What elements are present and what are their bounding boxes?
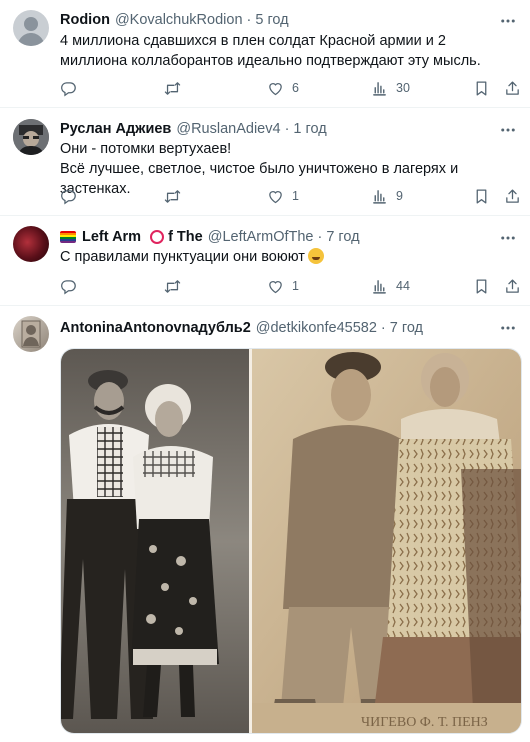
tweet[interactable]: Left Arm f The @LeftArmOfThe · 7 год С п…	[0, 216, 530, 306]
author-handle[interactable]: @KovalchukRodion	[115, 12, 243, 28]
reply-icon	[60, 188, 77, 205]
photo-caption: ЧИГЕВО Ф. Т. ПЕНЗ	[361, 715, 488, 730]
views-count: 9	[396, 189, 403, 203]
like-button[interactable]: 1	[267, 186, 299, 206]
views-count: 30	[396, 81, 410, 95]
tweet[interactable]: Rodion @KovalchukRodion · 5 год 4 миллио…	[0, 0, 530, 108]
more-icon[interactable]	[498, 120, 518, 140]
tweet[interactable]: Руслан Аджиев @RuslanAdiev4 · 1 год Они …	[0, 108, 530, 216]
share-icon	[504, 80, 521, 97]
separator-dot: ·	[284, 121, 290, 137]
avatar[interactable]	[13, 10, 49, 46]
tweet-text: С правилами пунктуации они воюют	[60, 247, 512, 267]
reply-icon	[60, 278, 77, 295]
separator-dot: ·	[246, 12, 252, 28]
author-handle[interactable]: @RuslanAdiev4	[176, 121, 280, 137]
views-button[interactable]: 9	[371, 186, 403, 206]
rainbow-flag-icon	[60, 231, 76, 243]
retweet-icon	[164, 188, 181, 205]
tweet-text-line: Они - потомки вертухаев!	[60, 141, 232, 157]
laughing-emoji-icon	[307, 248, 324, 264]
timestamp[interactable]: 1 год	[293, 121, 326, 137]
tweet-photo[interactable]: ЧИГЕВО Ф. Т. ПЕНЗ	[60, 348, 522, 734]
views-icon	[371, 278, 388, 295]
tweet-text-content: С правилами пунктуации они воюют	[60, 249, 305, 265]
share-icon	[504, 188, 521, 205]
reply-button[interactable]	[60, 276, 77, 296]
author-name[interactable]: AntoninaAntonovnaдубль2	[60, 320, 251, 336]
timestamp[interactable]: 7 год	[326, 229, 359, 245]
like-icon	[267, 80, 284, 97]
timestamp[interactable]: 5 год	[255, 12, 288, 28]
views-button[interactable]: 44	[371, 276, 410, 296]
red-circle-icon	[150, 230, 165, 244]
more-icon[interactable]	[498, 11, 518, 31]
reply-button[interactable]	[60, 186, 77, 206]
bookmark-icon	[473, 188, 490, 205]
share-button[interactable]	[504, 78, 521, 98]
more-icon[interactable]	[498, 318, 518, 338]
author-name-suffix[interactable]: f The	[168, 229, 203, 245]
reply-button[interactable]	[60, 78, 77, 98]
avatar[interactable]	[13, 119, 49, 155]
share-button[interactable]	[504, 186, 521, 206]
views-icon	[371, 188, 388, 205]
bookmark-icon	[473, 80, 490, 97]
retweet-button[interactable]	[164, 186, 181, 206]
tweet-text: 4 миллиона сдавшихся в плен солдат Красн…	[60, 33, 481, 69]
like-button[interactable]: 6	[267, 78, 299, 98]
retweet-button[interactable]	[164, 78, 181, 98]
like-icon	[267, 278, 284, 295]
reply-icon	[60, 80, 77, 97]
views-icon	[371, 80, 388, 97]
separator-dot: ·	[380, 320, 386, 336]
like-count: 1	[292, 189, 299, 203]
more-icon[interactable]	[498, 228, 518, 248]
share-icon	[504, 278, 521, 295]
like-button[interactable]: 1	[267, 276, 299, 296]
author-name[interactable]: Руслан Аджиев	[60, 121, 171, 137]
retweet-button[interactable]	[164, 276, 181, 296]
author-handle[interactable]: @LeftArmOfThe	[208, 229, 314, 245]
views-button[interactable]: 30	[371, 78, 410, 98]
avatar[interactable]	[13, 226, 49, 262]
bookmark-button[interactable]	[473, 186, 490, 206]
author-name[interactable]: Left Arm	[82, 229, 141, 245]
timestamp[interactable]: 7 год	[390, 320, 423, 336]
like-count: 1	[292, 279, 299, 293]
separator-dot: ·	[317, 229, 323, 245]
author-name[interactable]: Rodion	[60, 12, 110, 28]
like-icon	[267, 188, 284, 205]
share-button[interactable]	[504, 276, 521, 296]
retweet-icon	[164, 80, 181, 97]
views-count: 44	[396, 279, 410, 293]
retweet-icon	[164, 278, 181, 295]
bookmark-icon	[473, 278, 490, 295]
bookmark-button[interactable]	[473, 276, 490, 296]
author-handle[interactable]: @detkikonfe45582	[256, 320, 377, 336]
avatar[interactable]	[13, 316, 49, 352]
photo-collage: ЧИГЕВО Ф. Т. ПЕНЗ	[61, 349, 521, 733]
like-count: 6	[292, 81, 299, 95]
bookmark-button[interactable]	[473, 78, 490, 98]
